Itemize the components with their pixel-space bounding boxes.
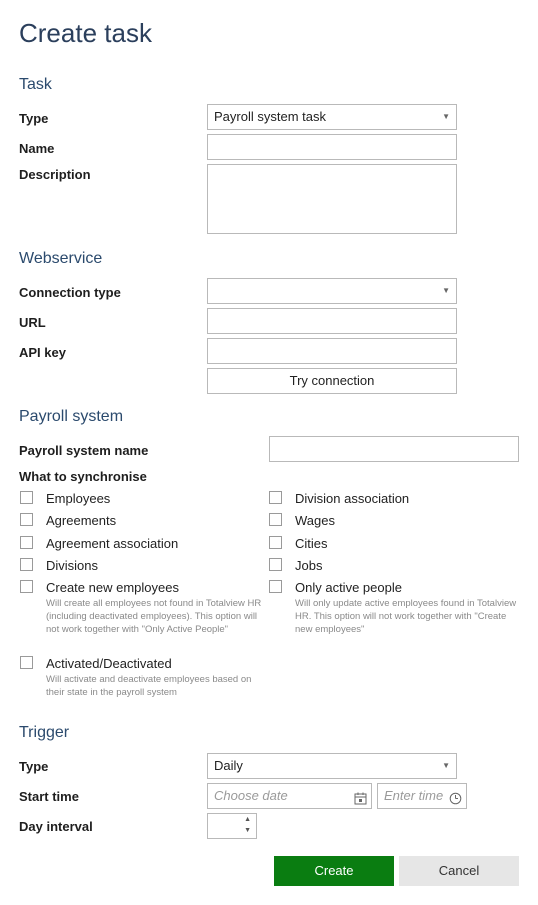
checkbox-cities-label: Cities [295, 536, 328, 551]
task-type-value: Payroll system task [214, 109, 326, 124]
start-time-label: Start time [19, 789, 79, 804]
stepper-down-icon[interactable]: ▼ [244, 826, 251, 836]
trigger-type-select[interactable]: Daily ▼ [207, 753, 457, 779]
checkbox-jobs[interactable] [269, 558, 282, 571]
task-type-label: Type [19, 111, 49, 126]
connection-type-label: Connection type [19, 285, 121, 300]
checkbox-wages[interactable] [269, 513, 282, 526]
checkbox-agreements-label: Agreements [46, 513, 117, 528]
checkbox-only-active-people[interactable] [269, 580, 282, 593]
clock-icon[interactable] [449, 789, 462, 813]
checkbox-agreement-association[interactable] [20, 536, 33, 549]
checkbox-create-new-employees[interactable] [20, 580, 33, 593]
only-active-people-hint: Will only update active employees found … [295, 598, 517, 635]
checkbox-wages-label: Wages [295, 513, 335, 528]
checkbox-employees[interactable] [20, 491, 33, 504]
chevron-down-icon: ▼ [442, 112, 450, 121]
payroll-system-name-input[interactable] [269, 436, 519, 462]
connection-type-select[interactable]: ▼ [207, 278, 457, 304]
create-button[interactable]: Create [274, 856, 394, 886]
calendar-icon[interactable] [354, 789, 367, 813]
chevron-down-icon: ▼ [442, 761, 450, 770]
start-date-placeholder: Choose date [214, 788, 288, 803]
checkbox-agreements[interactable] [20, 513, 33, 526]
trigger-type-label: Type [19, 759, 49, 774]
day-interval-label: Day interval [19, 819, 93, 834]
url-label: URL [19, 315, 46, 330]
checkbox-activated-deactivated[interactable] [20, 656, 33, 669]
checkbox-divisions-label: Divisions [46, 558, 99, 573]
task-name-label: Name [19, 141, 55, 156]
checkbox-only-active-people-label: Only active people [295, 580, 402, 595]
trigger-type-value: Daily [214, 758, 243, 773]
section-webservice-heading: Webservice [19, 250, 103, 267]
task-description-textarea[interactable] [207, 164, 457, 234]
url-input[interactable] [207, 308, 457, 334]
checkbox-cities[interactable] [269, 536, 282, 549]
page-title: Create task [19, 18, 152, 48]
checkbox-agreement-association-label: Agreement association [46, 536, 179, 551]
task-name-input[interactable] [207, 134, 457, 160]
activated-deactivated-hint: Will activate and deactivate employees b… [46, 674, 252, 698]
payroll-system-name-label: Payroll system name [19, 443, 149, 458]
task-description-label: Description [19, 167, 91, 182]
stepper-up-icon[interactable]: ▲ [244, 815, 251, 825]
create-new-employees-hint: Will create all employees not found in T… [46, 598, 262, 635]
section-payroll-heading: Payroll system [19, 408, 124, 425]
checkbox-employees-label: Employees [46, 491, 111, 506]
task-type-select[interactable]: Payroll system task ▼ [207, 104, 457, 130]
checkbox-create-new-employees-label: Create new employees [46, 580, 179, 595]
chevron-down-icon: ▼ [442, 286, 450, 295]
section-task-heading: Task [19, 76, 52, 93]
start-time-placeholder: Enter time [384, 788, 444, 803]
checkbox-division-association-label: Division association [295, 491, 410, 506]
try-connection-button[interactable]: Try connection [207, 368, 457, 394]
api-key-input[interactable] [207, 338, 457, 364]
api-key-label: API key [19, 345, 66, 360]
checkbox-activated-deactivated-label: Activated/Deactivated [46, 656, 172, 671]
day-interval-stepper[interactable]: ▲ ▼ [207, 813, 257, 839]
checkbox-jobs-label: Jobs [295, 558, 323, 573]
start-date-input[interactable]: Choose date [207, 783, 372, 809]
cancel-button[interactable]: Cancel [399, 856, 519, 886]
checkbox-division-association[interactable] [269, 491, 282, 504]
start-time-input[interactable]: Enter time [377, 783, 467, 809]
what-to-synchronise-label: What to synchronise [19, 469, 147, 484]
section-trigger-heading: Trigger [19, 724, 70, 741]
checkbox-divisions[interactable] [20, 558, 33, 571]
